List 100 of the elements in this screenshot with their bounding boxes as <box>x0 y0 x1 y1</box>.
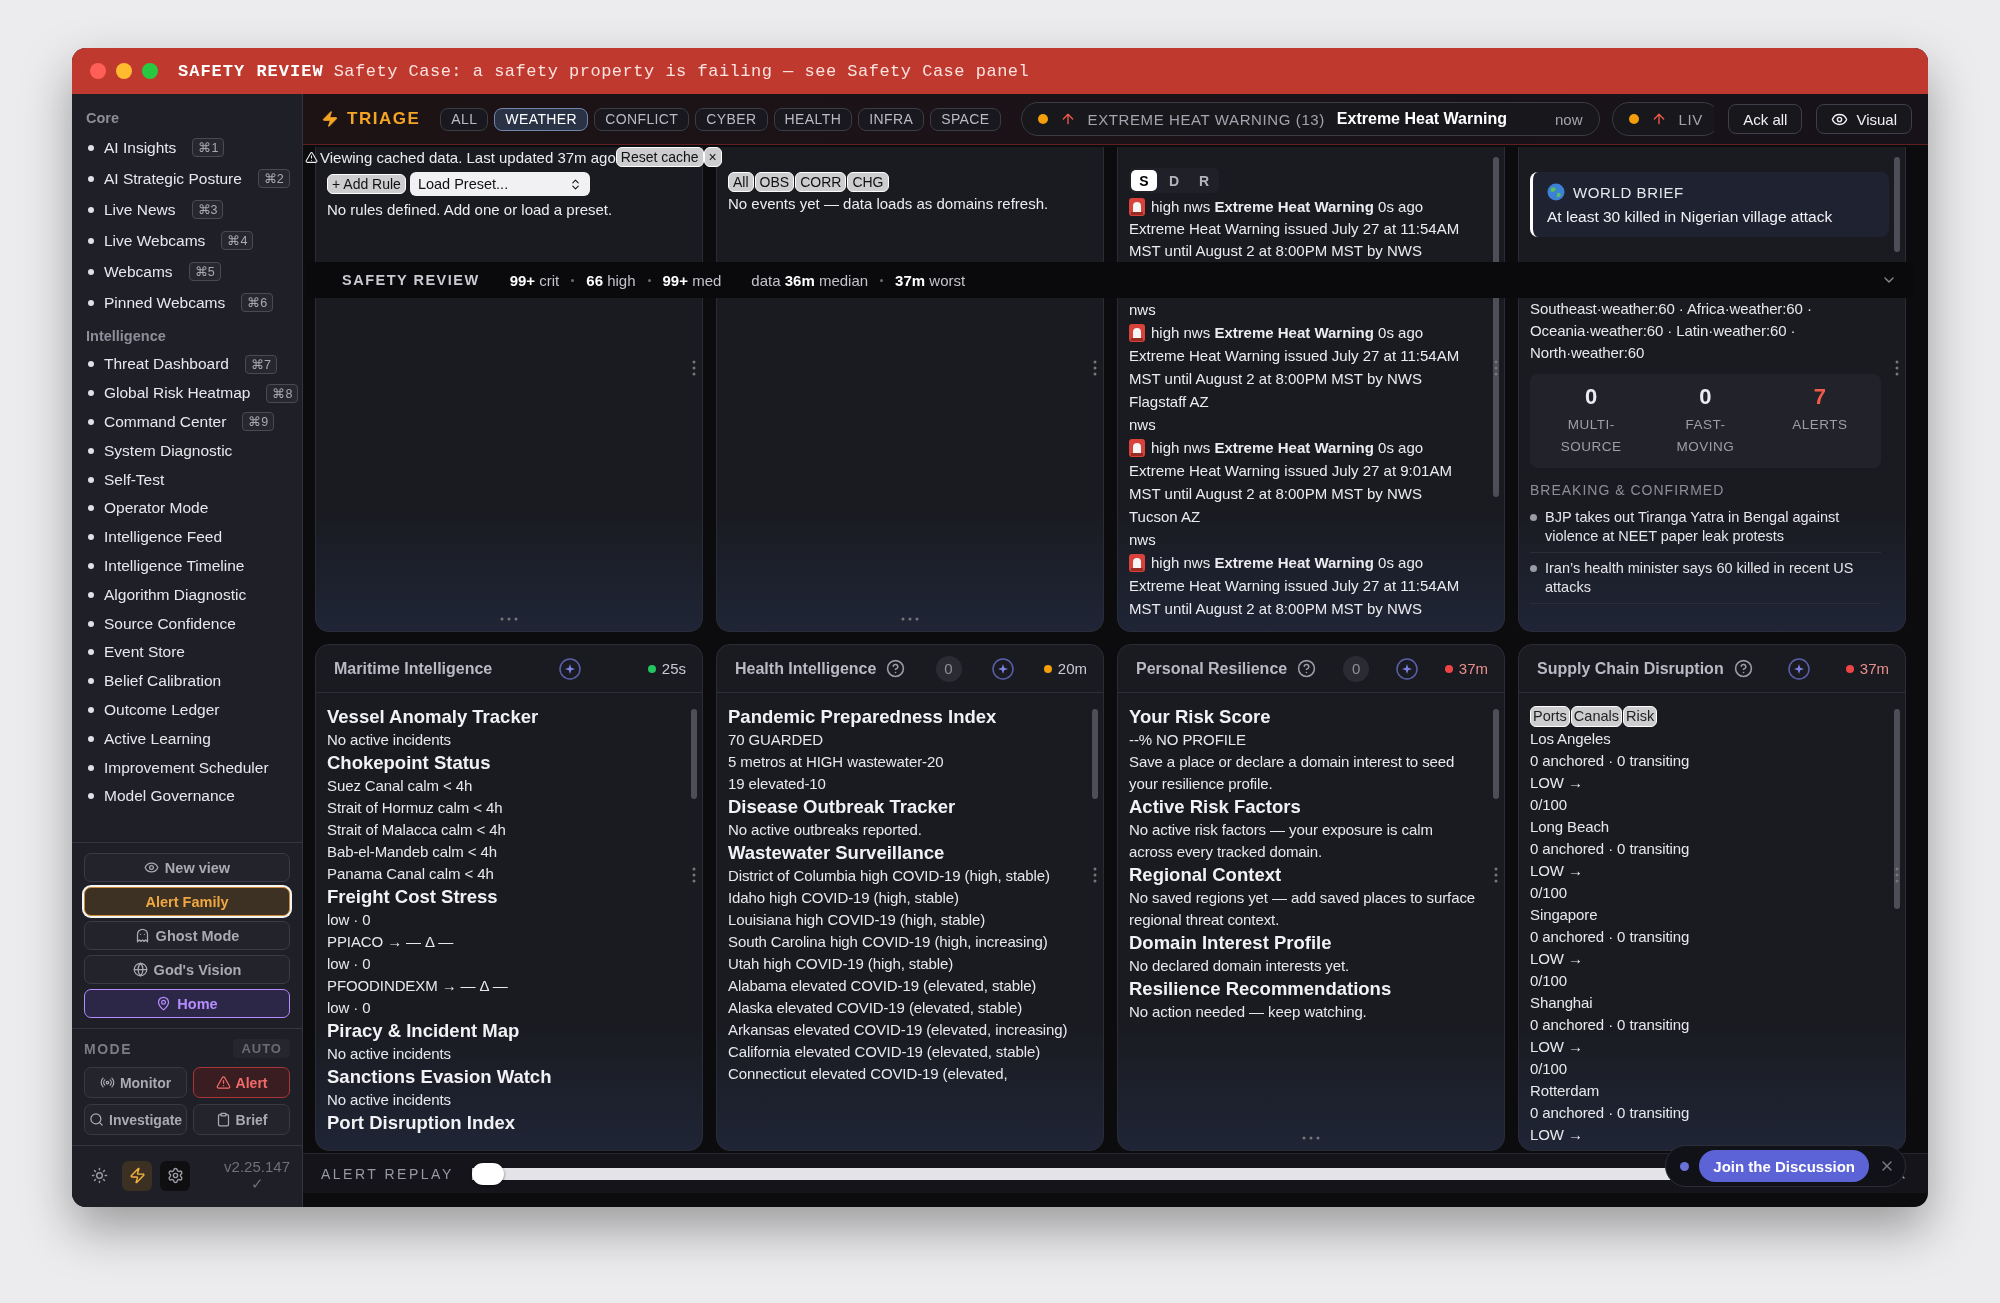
sparkle-icon[interactable] <box>1395 657 1418 680</box>
search-icon <box>89 1112 104 1127</box>
view-button[interactable]: New view <box>84 853 290 882</box>
help-icon[interactable] <box>886 659 906 678</box>
resize-handle-icon[interactable] <box>901 617 919 621</box>
tool-button[interactable] <box>160 1160 190 1191</box>
ticker-pill[interactable]: EXTREME HEAT WARNING (13) Extreme Heat Warning now <box>1020 102 1600 136</box>
section-text: low · 0 <box>327 998 372 1018</box>
drag-handle-icon[interactable] <box>1093 867 1097 884</box>
risk-score: 0/100 <box>1530 971 1569 991</box>
sparkle-icon[interactable] <box>1788 657 1811 680</box>
nav-item[interactable]: Active Learning <box>86 724 294 754</box>
filter-chip[interactable]: Risk <box>1623 706 1658 727</box>
mode-button[interactable]: Alert <box>193 1067 290 1098</box>
filter-chip[interactable]: All <box>728 172 754 192</box>
add-rule-button[interactable]: + Add Rule <box>327 174 406 194</box>
nav-item[interactable]: Operator Mode <box>86 494 294 523</box>
shortcut-badge: ⌘7 <box>244 354 277 374</box>
nav-item[interactable]: Live Webcams ⌘4 <box>86 225 294 256</box>
reset-cache-button[interactable]: Reset cache <box>615 147 704 167</box>
nav-item[interactable]: System Diagnostic <box>86 436 294 466</box>
scrollbar[interactable] <box>1894 157 1900 252</box>
filter-chip[interactable]: Ports <box>1530 706 1570 727</box>
filter-chip[interactable]: CHG <box>847 172 889 192</box>
minimize-button[interactable] <box>116 63 132 79</box>
visual-button[interactable]: Visual <box>1816 104 1912 134</box>
filter-chip[interactable]: OBS <box>754 172 795 192</box>
risk-level: LOW → <box>1530 773 1584 793</box>
tab[interactable]: S <box>1131 170 1157 191</box>
tool-button[interactable] <box>122 1160 152 1191</box>
ticker-pill[interactable]: LIV <box>1611 102 1715 136</box>
siren-icon <box>1129 323 1145 342</box>
drag-handle-icon[interactable] <box>692 867 696 884</box>
close-button[interactable]: × <box>703 147 722 167</box>
headline[interactable]: Iran’s health minister says 60 killed in recent US attacks <box>1545 559 1881 597</box>
nav-item[interactable]: Command Center ⌘9 <box>86 407 294 437</box>
drag-handle-icon[interactable] <box>1895 359 1899 376</box>
filter-chip[interactable]: CONFLICT <box>594 107 690 131</box>
filter-chip[interactable]: CYBER <box>695 107 768 131</box>
nav-item[interactable]: Outcome Ledger <box>86 695 294 725</box>
filter-chip[interactable]: INFRA <box>858 107 925 131</box>
scrollbar[interactable] <box>691 709 697 799</box>
drag-handle-icon[interactable] <box>1895 867 1899 884</box>
mode-button[interactable]: Investigate <box>84 1104 188 1135</box>
slider-thumb[interactable] <box>471 1162 504 1185</box>
preset-select[interactable]: Load Preset... <box>409 172 590 196</box>
nav-item[interactable]: Model Governance <box>86 781 294 811</box>
nav-item[interactable]: Algorithm Diagnostic <box>86 580 294 610</box>
nav-item[interactable]: Source Confidence <box>86 609 294 638</box>
tab[interactable]: R <box>1191 170 1217 191</box>
scrollbar[interactable] <box>1493 709 1499 799</box>
nav-item[interactable]: Pinned Webcams ⌘6 <box>86 287 294 318</box>
filter-chip[interactable]: WEATHER <box>494 107 589 131</box>
filter-chip[interactable]: ALL <box>440 107 489 131</box>
help-icon[interactable] <box>1297 659 1317 678</box>
nav-item[interactable]: Belief Calibration <box>86 666 294 696</box>
shortcut-badge: ⌘3 <box>191 200 224 219</box>
nav-item[interactable]: Intelligence Feed <box>86 522 294 552</box>
help-icon[interactable] <box>1733 659 1753 678</box>
filter-chip[interactable]: Canals <box>1570 706 1622 727</box>
nav-item[interactable]: AI Strategic Posture ⌘2 <box>86 163 294 194</box>
drag-handle-icon[interactable] <box>1494 359 1498 376</box>
tab[interactable]: D <box>1161 170 1187 191</box>
resize-handle-icon[interactable] <box>500 617 518 621</box>
bullet-icon <box>88 678 94 685</box>
resize-handle-icon[interactable] <box>1302 1136 1320 1140</box>
ack-all-button[interactable]: Ack all <box>1728 104 1803 134</box>
view-button[interactable]: God's Vision <box>84 955 290 984</box>
mode-button[interactable]: Brief <box>193 1104 290 1135</box>
headline[interactable]: BJP takes out Tiranga Yatra in Bengal against violence at NEET paper leak protests <box>1545 508 1881 546</box>
filter-chip[interactable]: HEALTH <box>773 107 853 131</box>
nav-item[interactable]: Self-Test <box>86 465 294 494</box>
nav-item[interactable]: Live News ⌘3 <box>86 194 294 225</box>
nav-item[interactable]: Event Store <box>86 637 294 667</box>
nav-item[interactable]: AI Insights ⌘1 <box>86 132 294 163</box>
drag-handle-icon[interactable] <box>1093 359 1097 376</box>
view-button[interactable]: Alert Family <box>84 887 290 916</box>
filter-chip[interactable]: CORR <box>795 172 847 192</box>
nav-item[interactable]: Threat Dashboard ⌘7 <box>86 350 294 379</box>
nav-item[interactable]: Improvement Scheduler <box>86 753 294 782</box>
sparkle-icon[interactable] <box>559 657 582 680</box>
nav-item[interactable]: Webcams ⌘5 <box>86 256 294 287</box>
join-button[interactable]: Join the Discussion <box>1699 1150 1869 1182</box>
scrollbar[interactable] <box>1092 709 1098 799</box>
zoom-button[interactable] <box>142 63 158 79</box>
drag-handle-icon[interactable] <box>1494 867 1498 884</box>
mode-button[interactable]: Monitor <box>84 1067 188 1098</box>
bullet-icon <box>88 299 94 306</box>
sparkle-icon[interactable] <box>991 657 1014 680</box>
bullet-icon <box>1530 565 1537 572</box>
view-button[interactable]: Ghost Mode <box>84 921 290 950</box>
siren-icon <box>1129 553 1145 572</box>
source-label: nws <box>1129 300 1157 320</box>
port-traffic: 0 anchored · 0 transiting <box>1530 1103 1691 1123</box>
filter-chip[interactable]: SPACE <box>930 107 1001 131</box>
drag-handle-icon[interactable] <box>692 359 696 376</box>
nav-item[interactable]: Intelligence Timeline <box>86 551 294 581</box>
scrollbar[interactable] <box>1493 157 1499 497</box>
scrollbar[interactable] <box>1894 709 1900 909</box>
view-button[interactable]: Home <box>84 989 290 1018</box>
